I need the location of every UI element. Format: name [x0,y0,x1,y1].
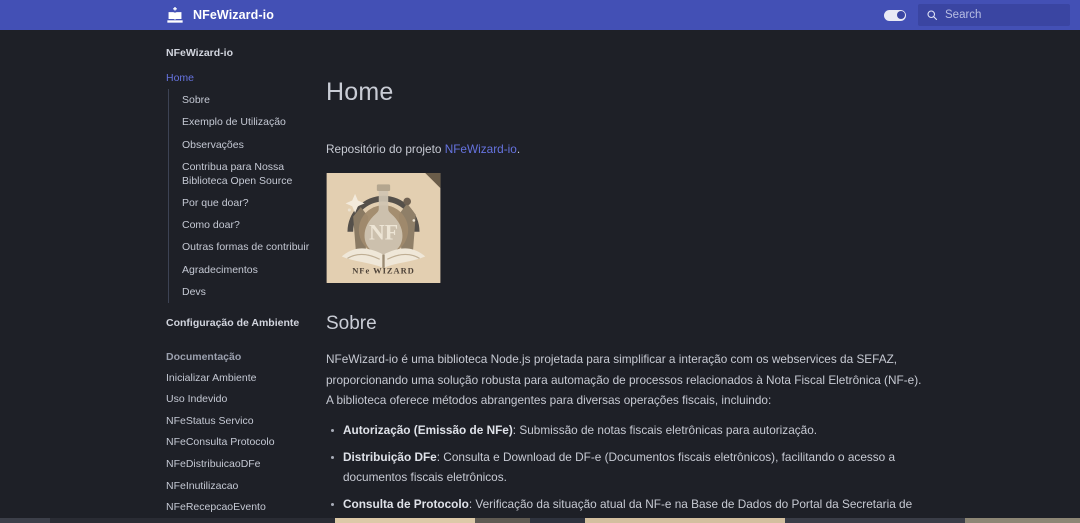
svg-text:NF: NF [369,221,398,245]
section-title-sobre: Sobre [326,313,377,335]
sidebar-item-agradecimentos[interactable]: Agradecimentos [182,259,326,281]
about-paragraph: NFeWizard-io é uma biblioteca Node.js pr… [326,352,922,407]
svg-text:NFe WIZARD: NFe WIZARD [352,266,415,276]
navbar-title: NFeWizard-io [193,8,274,22]
background-window-sliver [0,518,1080,523]
theme-toggle-switch[interactable] [884,9,906,21]
repository-paragraph: Repositório do projeto NFeWizard-io. [326,139,926,159]
sidebar-group-documentacao: Documentação [166,350,242,363]
sidebar-home-children: Sobre Exemplo de Utilização Observações … [168,89,326,303]
sidebar-item-uso-indevido[interactable]: Uso Indevido [166,389,326,411]
sidebar-root-label: NFeWizard-io [166,47,233,59]
sidebar-item-nfedistribuicaodfe[interactable]: NFeDistribuicaoDFe [166,453,326,475]
sidebar-item-observacoes[interactable]: Observações [182,134,326,156]
navbar-brand[interactable]: NFeWizard-io [166,6,274,24]
feature-term: Distribuição DFe [343,450,437,465]
feature-term: Autorização (Emissão de NFe) [343,423,513,438]
sidebar-item-nfeinutilizacao[interactable]: NFeInutilizacao [166,475,326,497]
feature-list: Autorização (Emissão de NFe): Submissão … [326,421,926,523]
sidebar-item-exemplo-de-utilizacao[interactable]: Exemplo de Utilização [182,111,326,133]
feature-desc: : Submissão de notas fiscais eletrônicas… [512,423,818,438]
feature-term: Consulta de Protocolo [343,496,469,511]
repository-suffix-text: . [516,142,521,156]
sidebar-doc-items: Inicializar Ambiente Uso Indevido NFeSta… [166,367,326,523]
main-content: Home Repositório do projeto NFeWizard-io… [326,30,1080,523]
sidebar-nav: NFeWizard-io Home Sobre Exemplo de Utili… [166,30,326,523]
sidebar-item-nfestatus-servico[interactable]: NFeStatus Servico [166,410,326,432]
search-input[interactable] [945,9,1062,21]
sidebar-item-devs[interactable]: Devs [182,281,326,303]
sidebar-item-por-que-doar[interactable]: Por que doar? [182,192,326,214]
repository-prefix-text: Repositório do projeto [326,142,445,156]
page-body: NFeWizard-io Home Sobre Exemplo de Utili… [0,30,1080,523]
sidebar-item-outras-formas-de-contribuir[interactable]: Outras formas de contribuir [182,236,326,258]
sidebar-item-home[interactable]: Home [166,67,326,90]
theme-toggle-knob [896,11,905,19]
sidebar-item-nferecepcaoevento[interactable]: NFeRecepcaoEvento [166,497,326,519]
nfe-wizard-logo-image: NF NFe WIZARD [326,173,926,284]
sidebar-item-nfeconsulta-protocolo[interactable]: NFeConsulta Protocolo [166,432,326,454]
sidebar-item-contribua-open-source[interactable]: Contribua para Nossa Biblioteca Open Sou… [182,156,326,192]
left-gutter [0,30,166,523]
page-title: Home [326,78,394,106]
list-item: Distribuição DFe: Consulta e Download de… [326,448,926,486]
sidebar-item-sobre[interactable]: Sobre [182,89,326,111]
search-box[interactable] [918,4,1070,26]
repository-link[interactable]: NFeWizard-io [445,142,517,156]
sidebar-item-configuracao-de-ambiente[interactable]: Configuração de Ambiente [166,312,326,335]
wizard-book-logo-icon [166,6,184,24]
top-navbar: NFeWizard-io [0,0,1080,30]
navbar-actions [884,4,1070,26]
search-icon [926,9,938,21]
list-item: Autorização (Emissão de NFe): Submissão … [326,421,926,440]
sidebar-item-como-doar[interactable]: Como doar? [182,214,326,236]
sidebar-item-inicializar-ambiente[interactable]: Inicializar Ambiente [166,367,326,389]
